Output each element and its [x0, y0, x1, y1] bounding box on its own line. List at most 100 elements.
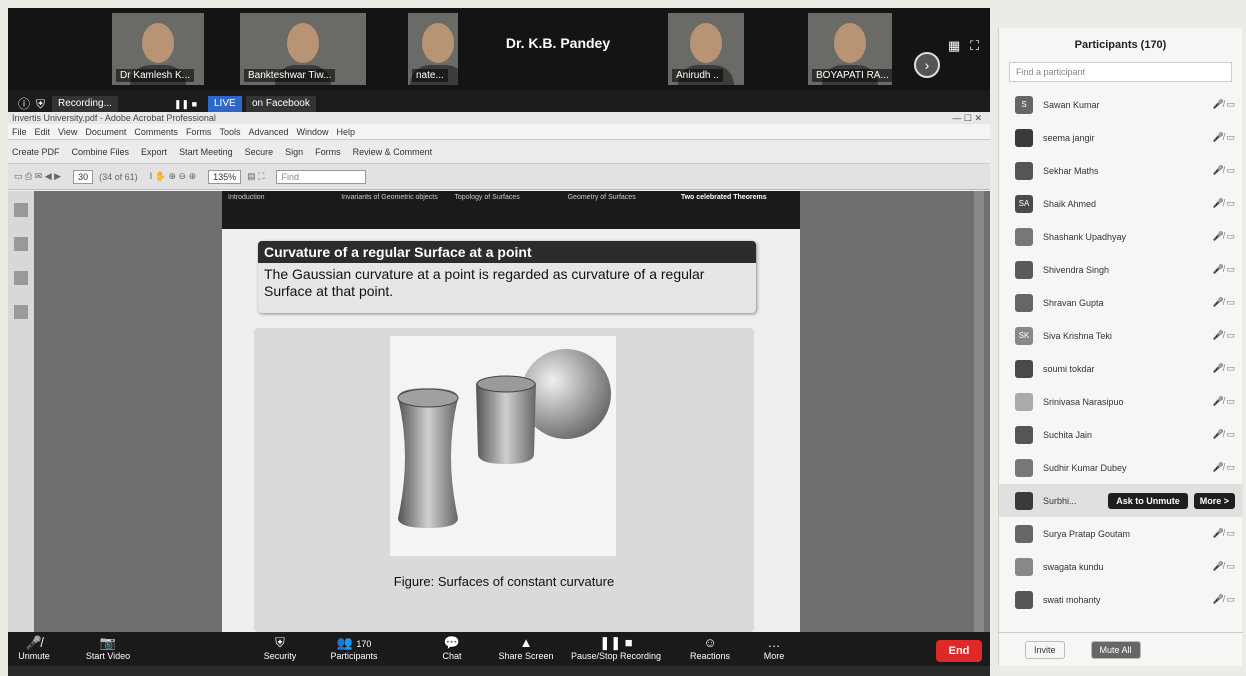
chat-button[interactable]: 💬 Chat — [416, 634, 488, 661]
participant-row[interactable]: Surya Pratap Goutam 🎤̸ ▭ — [999, 517, 1243, 550]
more-button[interactable]: … More — [738, 634, 810, 661]
mic-video-off-icon: 🎤̸ ▭ — [1212, 198, 1235, 208]
toolbar-button[interactable]: Export — [141, 147, 167, 157]
participant-row[interactable]: SA Shaik Ahmed 🎤̸ ▭ — [999, 187, 1243, 220]
slide-nav-section: Geometry of Surfaces — [567, 194, 636, 201]
recording-status: Recording... — [52, 96, 118, 112]
participant-row[interactable]: Sudhir Kumar Dubey 🎤̸ ▭ — [999, 451, 1243, 484]
video-tile[interactable]: Anirudh .. — [668, 13, 744, 85]
figure-box: Figure: Surfaces of constant curvature — [254, 328, 754, 632]
participant-search-input[interactable]: Find a participant — [1009, 62, 1232, 82]
avatar — [1015, 425, 1033, 444]
participant-row[interactable]: swati mohanty 🎤̸ ▭ — [999, 583, 1243, 616]
invite-button[interactable]: Invite — [1025, 640, 1065, 659]
layout-icon[interactable]: ▦ — [948, 38, 960, 54]
menu-item[interactable]: Forms — [186, 127, 212, 137]
slide: Introduction Invariants of Geometric obje… — [222, 191, 800, 632]
participant-row[interactable]: S Sawan Kumar 🎤̸ ▭ — [999, 88, 1243, 121]
window-controls[interactable]: — ☐ ✕ — [952, 112, 982, 124]
participant-face — [690, 23, 722, 63]
panel-footer: Invite Mute All — [999, 632, 1243, 666]
page-number-input[interactable]: 30 — [73, 169, 94, 184]
video-off-icon: 📷 — [99, 635, 117, 650]
participant-row[interactable]: Shashank Upadhyay 🎤̸ ▭ — [999, 220, 1243, 253]
menu-item[interactable]: Window — [296, 127, 328, 137]
participant-name: Suchita Jain — [1043, 429, 1093, 440]
share-icon: ▲ — [519, 635, 533, 650]
toolbar-button[interactable]: Forms — [315, 147, 341, 157]
ask-to-unmute-button[interactable]: Ask to Unmute — [1108, 492, 1188, 509]
document-scrollbar[interactable] — [974, 191, 984, 632]
end-meeting-button[interactable]: End — [936, 640, 982, 662]
toolbar-button[interactable]: Combine Files — [72, 147, 130, 157]
layers-icon[interactable] — [14, 305, 28, 319]
participant-row[interactable]: Sekhar Maths 🎤̸ ▭ — [999, 154, 1243, 187]
toolbar-button[interactable]: Create PDF — [12, 147, 60, 157]
menu-item[interactable]: Tools — [219, 127, 240, 137]
avatar — [1015, 524, 1033, 543]
avatar — [1015, 227, 1033, 246]
toolbar-button[interactable]: Sign — [285, 147, 303, 157]
toolbar-button[interactable]: Review & Comment — [353, 147, 433, 157]
video-tile[interactable]: Dr Kamlesh K... — [112, 13, 204, 85]
participant-name: Shashank Upadhyay — [1043, 231, 1127, 242]
bookmarks-icon[interactable] — [14, 237, 28, 251]
participants-button[interactable]: 👥 170 Participants — [318, 634, 390, 661]
participant-more-button[interactable]: More > — [1193, 492, 1235, 509]
pause-recording-button[interactable]: ❚❚ ■ Pause/Stop Recording — [566, 634, 666, 661]
toolbar-button[interactable]: Start Meeting — [179, 147, 233, 157]
signatures-icon[interactable] — [14, 271, 28, 285]
menu-item[interactable]: View — [58, 127, 77, 137]
acrobat-sidebar — [8, 191, 34, 632]
video-tile[interactable]: Bankteshwar Tiw... — [240, 13, 366, 85]
next-videos-button[interactable]: › — [914, 52, 940, 78]
reactions-button[interactable]: ☺ Reactions — [674, 634, 746, 661]
mute-all-button[interactable]: Mute All — [1090, 640, 1141, 659]
avatar: SA — [1015, 194, 1033, 213]
menu-item[interactable]: Edit — [35, 127, 51, 137]
zoom-select[interactable]: 135% — [208, 169, 242, 184]
fit-icons[interactable]: ▤ ⛶ — [247, 171, 264, 182]
participant-row[interactable]: soumi tokdar 🎤̸ ▭ — [999, 352, 1243, 385]
menu-item[interactable]: Document — [85, 127, 126, 137]
menu-item[interactable]: Help — [337, 127, 356, 137]
start-video-button[interactable]: 📷 Start Video — [72, 634, 144, 661]
shield-icon[interactable]: ⛨ — [30, 96, 51, 112]
participant-row[interactable]: Srinivasa Narasipuo 🎤̸ ▭ — [999, 385, 1243, 418]
menu-item[interactable]: Comments — [134, 127, 178, 137]
video-tile[interactable]: BOYAPATI RA... — [808, 13, 892, 85]
participant-row[interactable]: seema jangir 🎤̸ ▭ — [999, 121, 1243, 154]
participant-name: swati mohanty — [1043, 594, 1101, 605]
tool-icons[interactable]: Ⅰ ✋ ⊕ ⊖ ⊕ — [150, 171, 197, 182]
mic-video-off-icon: 🎤̸ ▭ — [1212, 99, 1235, 109]
document-area[interactable]: Introduction Invariants of Geometric obje… — [34, 191, 990, 632]
video-tile[interactable]: Dr. K.B. Pandey — [458, 13, 658, 85]
find-input[interactable]: Find — [276, 169, 367, 184]
avatar: SK — [1015, 326, 1033, 345]
video-tile-name: Dr Kamlesh K... — [116, 69, 195, 82]
participant-row[interactable]: Suchita Jain 🎤̸ ▭ — [999, 418, 1243, 451]
fullscreen-icon[interactable]: ⛶ — [970, 38, 979, 54]
participant-name: Shravan Gupta — [1043, 297, 1104, 308]
live-platform-dropdown[interactable]: on Facebook — [246, 96, 316, 112]
unmute-button[interactable]: 🎤̸ Unmute — [8, 634, 70, 661]
share-screen-button[interactable]: ▲ Share Screen — [490, 634, 562, 661]
toolbar-button[interactable]: Secure — [245, 147, 274, 157]
participant-row[interactable]: swagata kundu 🎤̸ ▭ — [999, 550, 1243, 583]
avatar — [1015, 293, 1033, 312]
theorem-title: Curvature of a regular Surface at a poin… — [258, 241, 756, 263]
menu-item[interactable]: File — [12, 127, 27, 137]
participant-row[interactable]: Shravan Gupta 🎤̸ ▭ — [999, 286, 1243, 319]
participant-row[interactable]: Shivendra Singh 🎤̸ ▭ — [999, 253, 1243, 286]
slide-nav-section: Introduction — [228, 194, 265, 201]
nav-icons[interactable]: ▭ ⎙ ✉ ◀ ▶ — [14, 171, 61, 182]
page-count: (34 of 61) — [99, 171, 138, 182]
pause-recording-icon[interactable]: ❚❚ ■ — [168, 96, 203, 112]
pages-icon[interactable] — [14, 203, 28, 217]
slide-nav: Introduction Invariants of Geometric obje… — [222, 191, 800, 229]
participant-row[interactable]: Surbhi... Ask to Unmute More > — [999, 484, 1243, 517]
security-button[interactable]: ⛨ Security — [244, 634, 316, 661]
avatar: S — [1015, 95, 1033, 114]
menu-item[interactable]: Advanced — [248, 127, 288, 137]
participant-row[interactable]: SK Siva Krishna Teki 🎤̸ ▭ — [999, 319, 1243, 352]
